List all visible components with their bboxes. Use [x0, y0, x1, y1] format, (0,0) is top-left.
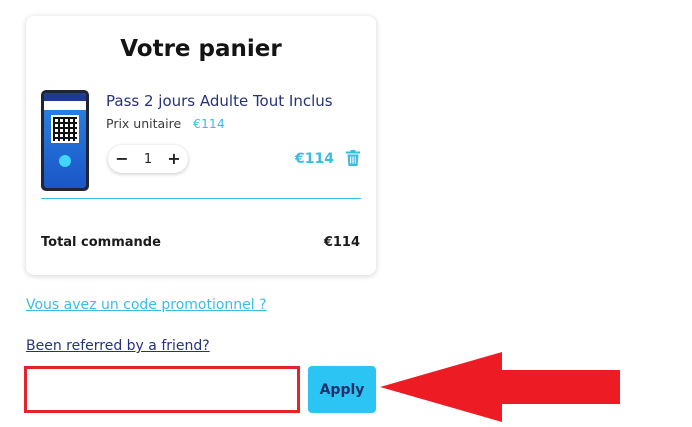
- trash-icon[interactable]: [346, 150, 360, 166]
- order-total-value: €114: [323, 235, 360, 250]
- apply-button[interactable]: Apply: [308, 366, 376, 413]
- quantity-stepper: − 1 +: [108, 145, 188, 173]
- unit-price-value: €114: [193, 116, 225, 131]
- cart-card: Votre panier Pass 2 jours Adulte Tout In…: [26, 16, 376, 275]
- decrement-button[interactable]: −: [114, 151, 130, 167]
- phone-screen: [44, 93, 86, 188]
- promo-code-link[interactable]: Vous avez un code promotionnel ?: [26, 297, 267, 313]
- line-total: €114: [295, 151, 334, 167]
- divider: [41, 198, 361, 199]
- referral-code-input[interactable]: [24, 366, 300, 413]
- referral-link[interactable]: Been referred by a friend?: [26, 338, 210, 354]
- quantity-value: 1: [143, 151, 153, 167]
- increment-button[interactable]: +: [166, 151, 182, 167]
- order-total-label: Total commande: [41, 235, 161, 250]
- qr-code-icon: [51, 115, 79, 143]
- product-name: Pass 2 jours Adulte Tout Inclus: [106, 92, 333, 110]
- red-arrow-annotation: [380, 352, 620, 422]
- pass-logo-icon: [59, 155, 71, 167]
- cart-title: Votre panier: [120, 36, 282, 62]
- unit-price-label: Prix unitaire: [106, 116, 182, 131]
- phone-header: [44, 93, 86, 101]
- phone-ticket-illustration: [41, 90, 89, 191]
